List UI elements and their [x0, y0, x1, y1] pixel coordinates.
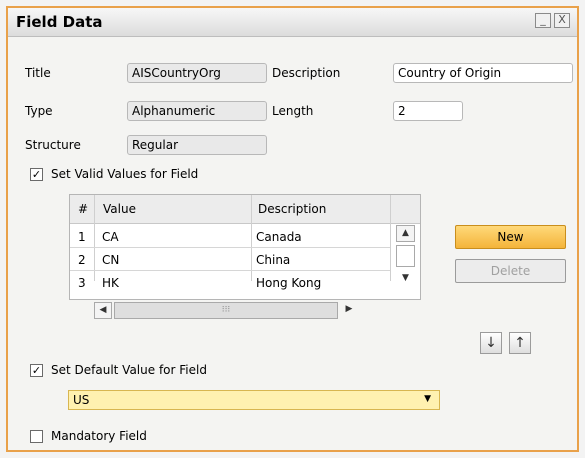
default-value-label[interactable]: Set Default Value for Field: [51, 363, 207, 377]
row-divider: [70, 270, 390, 271]
length-label: Length: [272, 104, 314, 118]
minimize-button[interactable]: _: [535, 13, 551, 28]
close-button[interactable]: X: [554, 13, 570, 28]
column-divider: [94, 195, 95, 281]
description-field[interactable]: Country of Origin: [393, 63, 573, 83]
row-number: 1: [78, 230, 86, 244]
horizontal-scroll-thumb[interactable]: ⁝⁝⁝: [114, 302, 338, 319]
row-number: 2: [78, 253, 86, 267]
column-header-value[interactable]: Value: [103, 202, 136, 216]
column-header-number[interactable]: #: [78, 202, 88, 216]
scroll-down-button[interactable]: ▼: [396, 271, 415, 288]
valid-values-checkbox[interactable]: ✓: [30, 168, 43, 181]
move-up-button[interactable]: ↑: [509, 332, 531, 354]
default-value-dropdown[interactable]: US ▼: [68, 390, 440, 410]
type-field[interactable]: Alphanumeric: [127, 101, 267, 121]
valid-values-label[interactable]: Set Valid Values for Field: [51, 167, 198, 181]
scroll-up-button[interactable]: ▲: [396, 225, 415, 242]
dropdown-arrow-icon[interactable]: ▼: [424, 394, 431, 404]
valid-values-table: # Value Description 1 CA Canada 2 CN Chi…: [69, 194, 421, 300]
minimize-icon: _: [540, 13, 546, 26]
arrow-down-icon: ↓: [485, 335, 497, 351]
structure-label: Structure: [25, 138, 81, 152]
column-header-description[interactable]: Description: [258, 202, 326, 216]
title-bar[interactable]: Field Data _ X: [8, 8, 577, 37]
type-label: Type: [25, 104, 53, 118]
scroll-left-button[interactable]: ◀: [94, 302, 112, 319]
row-description[interactable]: Hong Kong: [256, 276, 321, 290]
window-title: Field Data: [16, 13, 103, 31]
row-value[interactable]: CA: [102, 230, 119, 244]
column-divider: [251, 195, 252, 281]
close-icon: X: [558, 13, 566, 26]
title-label: Title: [25, 66, 51, 80]
column-divider: [390, 195, 391, 281]
title-field: AISCountryOrg: [127, 63, 267, 83]
row-value[interactable]: CN: [102, 253, 119, 267]
row-number: 3: [78, 276, 86, 290]
row-value[interactable]: HK: [102, 276, 119, 290]
default-value-selected: US: [73, 393, 90, 407]
arrow-up-icon: ↑: [514, 335, 526, 351]
new-button[interactable]: New: [455, 225, 566, 249]
row-description[interactable]: Canada: [256, 230, 302, 244]
row-description[interactable]: China: [256, 253, 290, 267]
mandatory-label[interactable]: Mandatory Field: [51, 429, 147, 443]
move-down-button[interactable]: ↓: [480, 332, 502, 354]
length-field[interactable]: 2: [393, 101, 463, 121]
structure-field[interactable]: Regular: [127, 135, 267, 155]
mandatory-checkbox[interactable]: [30, 430, 43, 443]
table-header: # Value Description: [70, 195, 420, 224]
delete-button[interactable]: Delete: [455, 259, 566, 283]
scroll-right-button[interactable]: ▶: [340, 302, 358, 319]
default-value-checkbox[interactable]: ✓: [30, 364, 43, 377]
vertical-scroll-thumb[interactable]: [396, 245, 415, 267]
description-label: Description: [272, 66, 341, 80]
row-divider: [70, 247, 390, 248]
